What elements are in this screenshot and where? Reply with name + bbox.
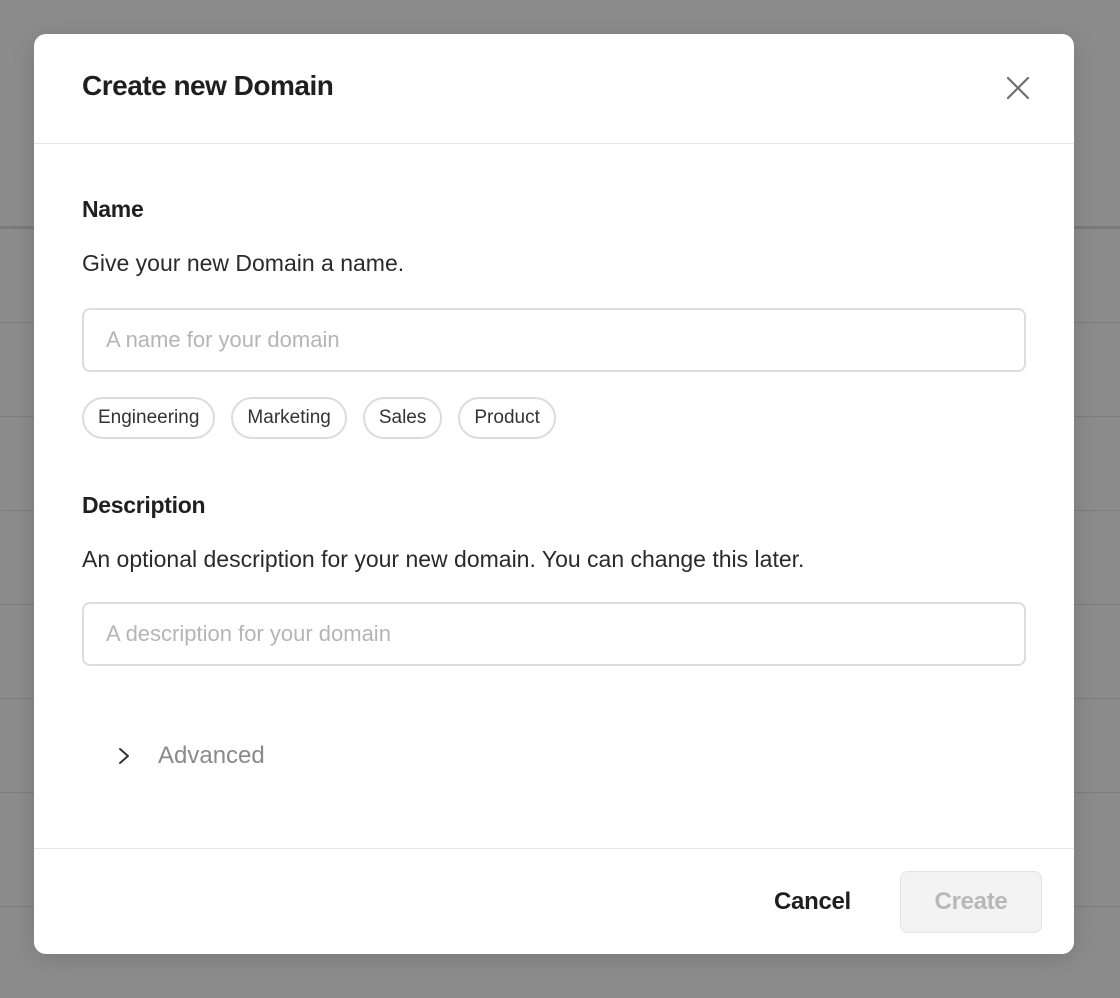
close-icon xyxy=(1006,76,1030,105)
advanced-label: Advanced xyxy=(158,742,265,769)
name-input[interactable] xyxy=(82,308,1026,372)
close-button[interactable] xyxy=(998,70,1038,110)
create-button[interactable]: Create xyxy=(900,871,1042,933)
dialog-footer: Cancel Create xyxy=(34,848,1074,954)
cancel-button[interactable]: Cancel xyxy=(760,871,865,933)
description-label: Description xyxy=(82,492,206,518)
create-domain-dialog: Create new Domain Name Give your new Dom… xyxy=(34,34,1074,954)
dialog-header: Create new Domain xyxy=(34,34,1074,144)
suggestion-chip-engineering[interactable]: Engineering xyxy=(82,397,216,439)
advanced-toggle[interactable]: Advanced xyxy=(114,738,265,774)
suggestion-chip-product[interactable]: Product xyxy=(458,397,556,439)
chevron-right-icon xyxy=(114,746,134,766)
suggestion-chip-marketing[interactable]: Marketing xyxy=(231,397,347,439)
description-help-text: An optional description for your new dom… xyxy=(82,546,805,572)
name-suggestions: Engineering Marketing Sales Product xyxy=(82,397,556,439)
suggestion-chip-sales[interactable]: Sales xyxy=(362,397,443,439)
description-input[interactable] xyxy=(82,602,1026,666)
name-help-text: Give your new Domain a name. xyxy=(82,250,405,276)
dialog-title: Create new Domain xyxy=(82,70,334,101)
name-label: Name xyxy=(82,196,144,222)
